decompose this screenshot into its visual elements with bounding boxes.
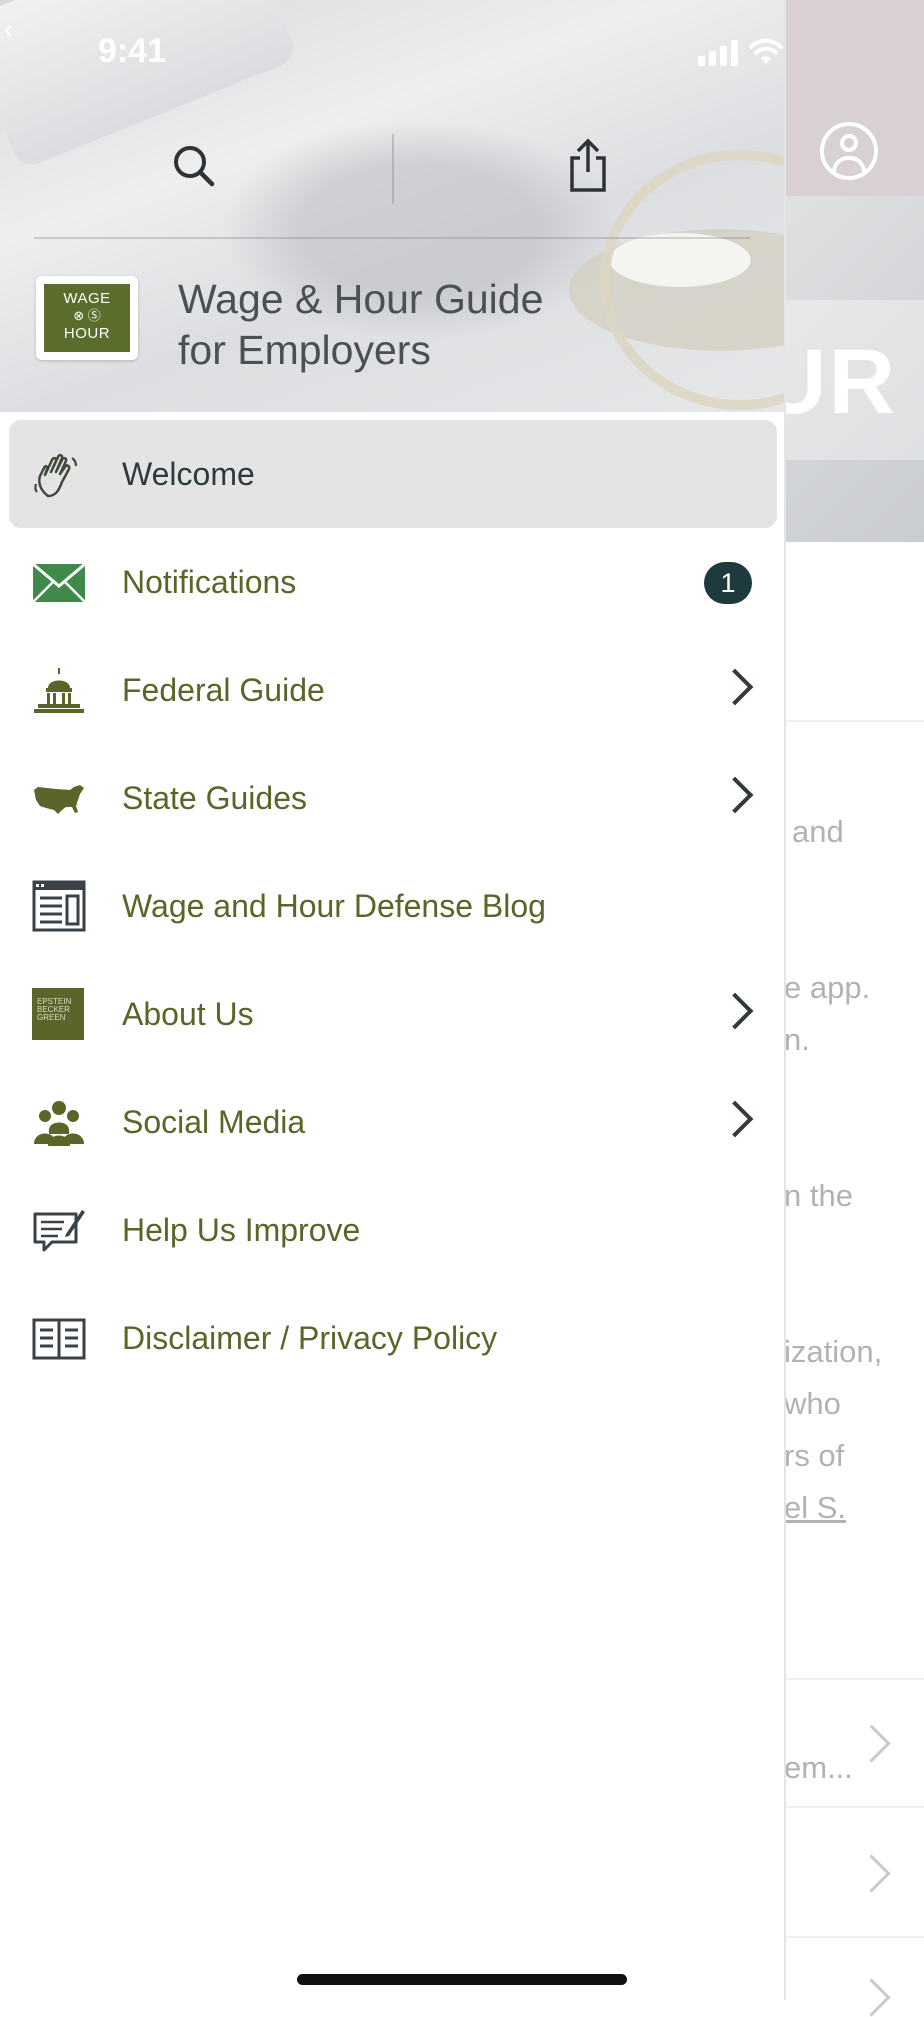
menu-item-help-us-improve[interactable]: Help Us Improve [0,1176,784,1284]
search-icon[interactable] [168,140,222,194]
chevron-right-icon [852,1978,891,2017]
background-link[interactable]: el S. [784,1490,846,1526]
book-icon [32,1316,86,1362]
menu-item-label: State Guides [122,780,307,816]
menu-item-notifications[interactable]: Notifications 1 [0,528,784,636]
status-indicators [698,36,784,66]
menu-item-social-media[interactable]: Social Media [0,1068,784,1176]
logo-text-hour: HOUR [63,325,111,342]
chevron-right-icon [716,668,754,706]
epstein-becker-green-logo-icon: EPSTEIN BECKER GREEN [32,988,84,1040]
feedback-form-icon [32,1208,86,1254]
background-text-line: who [784,1386,841,1421]
cellular-signal-icon [698,40,738,66]
menu-item-welcome[interactable]: Welcome [9,420,777,528]
menu-item-wage-and-hour-defense-blog[interactable]: Wage and Hour Defense Blog [0,852,784,960]
menu-item-label: Wage and Hour Defense Blog [122,888,546,924]
background-text-line: n. [784,1022,810,1057]
us-map-icon [32,776,86,822]
background-divider [784,1806,924,1808]
about-icon-text: GREEN [37,1013,66,1022]
menu-item-federal-guide[interactable]: Federal Guide [0,636,784,744]
home-indicator[interactable] [297,1974,627,1985]
hand-wave-icon [32,452,86,498]
chevron-right-icon [716,1100,754,1138]
menu-item-state-guides[interactable]: State Guides [0,744,784,852]
menu-item-label: About Us [122,996,254,1032]
wifi-icon [748,38,784,66]
background-divider [784,720,924,722]
chevron-right-icon [852,1724,891,1763]
background-text-line: and [792,814,844,849]
menu-item-label: Social Media [122,1104,306,1140]
background-divider [784,1936,924,1938]
chevron-right-icon [852,1854,891,1893]
people-group-icon [32,1100,86,1146]
app-title-line-1: Wage & Hour Guide [178,276,544,322]
capitol-icon [32,668,86,714]
menu-item-label: Federal Guide [122,672,325,708]
status-time: 9:41 [98,32,167,70]
background-text-line: e app. [784,970,871,1005]
menu-item-label: Notifications [122,564,297,600]
share-icon[interactable] [564,138,612,194]
header-background-watch [600,150,784,410]
back-chevron-icon[interactable]: ‹ [4,14,13,45]
menu-item-label: Welcome [122,456,255,492]
menu-item-about-us[interactable]: EPSTEIN BECKER GREEN About Us [0,960,784,1068]
profile-icon[interactable] [820,122,878,180]
background-text-line: ization, [784,1334,883,1369]
header-background-keyboard [0,0,300,171]
app-title-line-2: for Employers [178,327,431,373]
logo-coins-icon: ⊗ Ⓢ [73,308,101,323]
app-title: Wage & Hour Guide for Employers [178,274,543,376]
chevron-right-icon [716,992,754,1030]
background-list-item-text: em... [784,1750,853,1785]
menu-item-disclaimer-privacy-policy[interactable]: Disclaimer / Privacy Policy [0,1284,784,1392]
logo-text-wage: WAGE [63,290,111,307]
chevron-right-icon [716,776,754,814]
background-text-line: rs of [784,1438,845,1473]
menu-item-label: Disclaimer / Privacy Policy [122,1320,498,1356]
app-logo: WAGE ⊗ Ⓢ HOUR [36,276,138,360]
notification-count-badge: 1 [704,562,752,604]
background-text-line: n the [784,1178,853,1213]
side-drawer: ‹ 9:41 WAGE ⊗ Ⓢ HOUR Wage & Hour Guide f… [0,0,786,2000]
menu-item-label: Help Us Improve [122,1212,361,1248]
drawer-header: ‹ 9:41 WAGE ⊗ Ⓢ HOUR Wage & Hour Guide f… [0,0,784,412]
background-divider [784,1678,924,1680]
newspaper-icon [32,880,86,932]
envelope-icon [32,560,86,606]
header-divider [34,237,750,239]
header-action-divider [392,134,394,204]
